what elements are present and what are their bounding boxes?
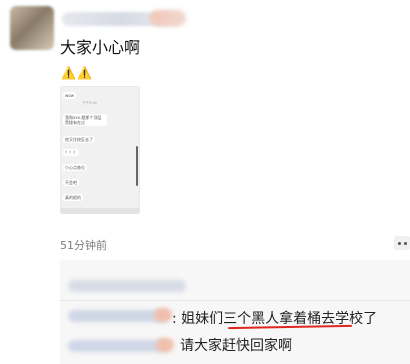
chat-bubble: wow: [63, 92, 76, 99]
chat-bubble: 他又往校区去了: [63, 136, 95, 143]
comment-author[interactable]: [68, 340, 168, 352]
post-text: 大家小心啊: [60, 38, 141, 57]
comment-text[interactable]: 请大家赶快回家啊: [180, 335, 292, 355]
chat-bubble: 我和xxx.跟那个顶层黑楼有在过: [63, 114, 107, 126]
comment-author-tag: [154, 308, 172, 322]
chat-bubble: 真的假的: [63, 194, 83, 201]
comment-author[interactable]: [68, 310, 168, 322]
more-button[interactable]: [394, 236, 410, 250]
comment-author-tag: [156, 338, 174, 352]
author-name-tag: [150, 10, 186, 26]
likes-names: [68, 280, 186, 292]
chat-time: 下午5:46: [82, 101, 97, 105]
avatar[interactable]: [10, 6, 54, 50]
warning-icon: ⚠️⚠️: [61, 66, 93, 80]
chat-bubble: 不会吧: [63, 179, 79, 186]
comment-divider: [60, 300, 410, 301]
comment-box: : 姐妹们三个黑人拿着桶去学校了 请大家赶快回家啊: [60, 260, 410, 364]
chat-scrollbar: [136, 146, 138, 186]
post-time: 51分钟前: [60, 239, 107, 252]
chat-bubble: ？？？: [63, 149, 79, 156]
chat-input-bar: [60, 208, 140, 214]
chat-bubble: 小心点各位: [63, 164, 87, 171]
post-image[interactable]: wow 下午5:46 我和xxx.跟那个顶层黑楼有在过 他又往校区去了 ？？？ …: [60, 86, 140, 214]
